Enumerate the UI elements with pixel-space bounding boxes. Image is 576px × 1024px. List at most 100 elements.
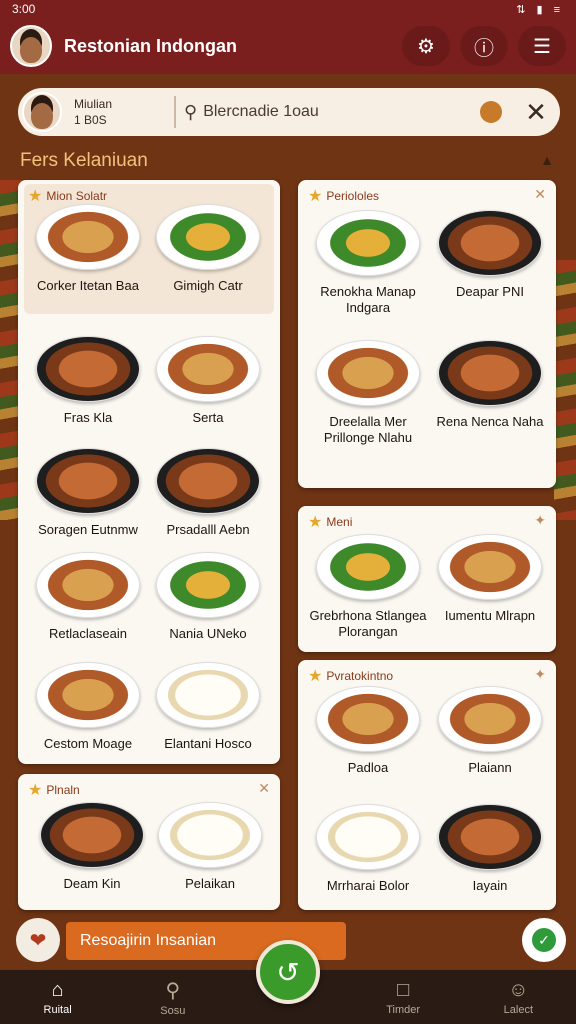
menu-item[interactable]: Plaiann	[430, 686, 550, 776]
menu-item[interactable]: Retlaclaseain	[28, 552, 148, 642]
promo-label: Resoajirin Insanian	[80, 932, 217, 949]
item-label: Padloa	[347, 760, 389, 775]
close-icon[interactable]: ✕	[518, 97, 554, 128]
item-label: Plaiann	[468, 760, 512, 775]
search-bar: Miulian 1 B0S ⚲ Blercnadie 1oau ✕	[18, 88, 560, 136]
nav-profile[interactable]: ☺ Lalect	[473, 979, 563, 1016]
nav-home[interactable]: ⌂ Ruital	[13, 979, 103, 1016]
item-label: Nania UNeko	[169, 626, 247, 641]
item-label: Cestom Moage	[43, 736, 133, 751]
star-icon: ★	[308, 514, 323, 531]
location-icon[interactable]	[480, 101, 502, 123]
item-label: Deapar PNI	[456, 284, 524, 299]
card-heading: Meni	[326, 515, 353, 529]
profile-avatar[interactable]	[10, 25, 52, 67]
menu-item[interactable]: Elantani Hosco	[148, 662, 268, 752]
menu-card-left: ★ Mion Solatr Corker Itetan Baa Gimigh Ca…	[18, 180, 280, 764]
menu-item[interactable]: Deapar PNI	[430, 210, 550, 300]
search-input[interactable]: ⚲ Blercnadie 1oau	[174, 96, 480, 128]
menu-item[interactable]: Padloa	[308, 686, 428, 776]
menu-item[interactable]: Soragen Eutnmw	[28, 448, 148, 538]
tablet-icon: □	[397, 978, 410, 1001]
menu-item[interactable]: Gimigh Catr	[148, 204, 268, 294]
item-label: Iumentu Mlrapn	[444, 608, 536, 623]
menu-item[interactable]: Cestom Moage	[28, 662, 148, 752]
fab-button[interactable]: ↺	[256, 940, 320, 1004]
menu-item[interactable]: Mrrharai Bolor	[308, 804, 428, 894]
menu-item[interactable]: Serta	[148, 336, 268, 426]
search-placeholder: Blercnadie 1oau	[203, 103, 319, 120]
item-label: Retlaclaseain	[48, 626, 128, 641]
fab-icon: ↺	[276, 956, 300, 988]
item-label: Iayain	[472, 878, 508, 893]
app-title: Restonian Indongan	[64, 35, 237, 56]
user-avatar[interactable]	[22, 92, 62, 132]
star-icon: ★	[28, 188, 43, 205]
star-icon: ★	[28, 782, 43, 799]
item-label: Dreelalla Mer Prillonge Nlahu	[323, 414, 413, 445]
menu-item[interactable]: Nania UNeko	[148, 552, 268, 642]
item-label: Rena Nenca Naha	[436, 414, 544, 429]
user-name: Miulian	[74, 97, 113, 111]
alert-icon[interactable]: ⓘ	[460, 26, 508, 66]
promo-icon[interactable]: ❤	[16, 918, 60, 962]
nav-orders[interactable]: □ Timder	[358, 979, 448, 1016]
menu-item[interactable]: Rena Nenca Naha	[430, 340, 550, 430]
menu-card-right-3: ★ Pvratokintno ✦ Padloa Plaiann Mrrharai …	[298, 660, 556, 910]
menu-item[interactable]: Prsadalll Aebn	[148, 448, 268, 538]
item-label: Mrrharai Bolor	[326, 878, 410, 893]
menu-card-left-small: ★ Plnaln ✕ Deam Kin Pelaikan	[18, 774, 280, 910]
star-icon: ★	[308, 188, 323, 205]
chat-icon: ✓	[532, 928, 556, 952]
item-label: Gimigh Catr	[173, 278, 243, 293]
status-time: 3:00	[12, 2, 36, 16]
item-label: Pelaikan	[185, 876, 235, 891]
menu-icon[interactable]: ☰	[518, 26, 566, 66]
item-label: Serta	[192, 410, 224, 425]
section-title: Fers Kelaniuan	[20, 150, 148, 171]
item-label: Renokha Manap Indgara	[320, 284, 416, 315]
menu-item[interactable]: Iumentu Mlrapn	[430, 534, 550, 624]
item-label: Elantani Hosco	[164, 736, 252, 751]
menu-item[interactable]: Dreelalla Mer Prillonge Nlahu	[308, 340, 428, 446]
search-icon: ⚲	[165, 979, 181, 1002]
nav-label: Ruital	[43, 1003, 72, 1016]
close-icon[interactable]: ✕	[534, 186, 546, 203]
profile-icon: ☺	[508, 978, 529, 1001]
item-label: Deam Kin	[63, 876, 121, 891]
menu-item[interactable]: Iayain	[430, 804, 550, 894]
star-icon: ★	[308, 668, 323, 685]
bookmark-icon[interactable]: ✦	[534, 666, 546, 683]
nav-label: Lalect	[503, 1003, 534, 1016]
nav-label: Sosu	[160, 1004, 186, 1017]
app-bar: Restonian Indongan ⚙ ⓘ ☰	[0, 18, 576, 74]
item-label: Corker Itetan Baa	[37, 278, 139, 293]
close-icon[interactable]: ✕	[258, 780, 270, 797]
item-label: Prsadalll Aebn	[166, 522, 250, 537]
background-decoration	[554, 260, 576, 520]
home-icon: ⌂	[51, 978, 64, 1001]
item-label: Grebrhona Stlangea Plorangan	[309, 608, 427, 639]
status-icons: ⇅ ▮ ≡	[516, 3, 564, 16]
nav-label: Timder	[386, 1003, 421, 1016]
card-heading: Plnaln	[46, 783, 80, 797]
bookmark-icon[interactable]: ✦	[534, 512, 546, 529]
menu-item[interactable]: Corker Itetan Baa	[28, 204, 148, 294]
card-heading: Mion Solatr	[46, 189, 108, 203]
menu-item[interactable]: Deam Kin	[32, 802, 152, 892]
menu-card-right-1: ★ Periololes ✕ Renokha Manap Indgara Deap…	[298, 180, 556, 488]
item-label: Fras Kla	[63, 410, 113, 425]
nav-search[interactable]: ⚲ Sosu	[128, 978, 218, 1017]
settings-icon[interactable]: ⚙	[402, 26, 450, 66]
menu-item[interactable]: Pelaikan	[150, 802, 270, 892]
status-bar: 3:00 ⇅ ▮ ≡	[0, 0, 576, 18]
user-points: 1 B0S	[74, 113, 107, 127]
chat-button[interactable]: ✓	[522, 918, 566, 962]
menu-item[interactable]: Grebrhona Stlangea Plorangan	[308, 534, 428, 640]
item-label: Soragen Eutnmw	[38, 522, 138, 537]
collapse-icon[interactable]: ▲	[540, 152, 554, 168]
card-heading: Pvratokintno	[326, 669, 394, 683]
menu-item[interactable]: Fras Kla	[28, 336, 148, 426]
search-icon: ⚲	[184, 101, 198, 122]
menu-item[interactable]: Renokha Manap Indgara	[308, 210, 428, 316]
